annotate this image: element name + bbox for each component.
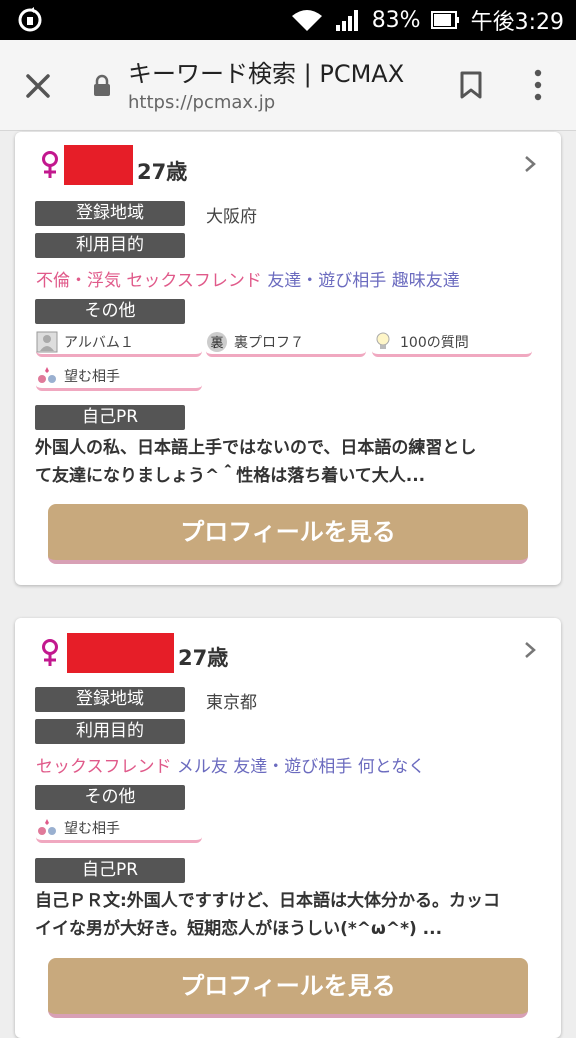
pr-line-1: 自己ＰＲ文:外国人ですすけど、日本語は大体分かる。カッコ bbox=[35, 891, 500, 911]
other-label: その他 bbox=[35, 299, 185, 324]
profile-card[interactable]: 27歳 登録地域 東京都 利用目的 セックスフレンド メル友 友達・遊び相手 何… bbox=[15, 618, 561, 1038]
page-title: キーワード検索 | PCMAX bbox=[128, 60, 405, 88]
hearts-icon bbox=[38, 367, 56, 383]
age: 27歳 bbox=[137, 160, 188, 184]
desired-partner-chip-label: 望む相手 bbox=[64, 821, 120, 837]
album-chip-label: アルバム１ bbox=[64, 335, 134, 351]
desired-partner-chip[interactable]: 望む相手 bbox=[36, 816, 202, 843]
pr-text: 外国人の私、日本語上手ではないので、日本語の練習とし て友達になりましょう^＾性… bbox=[35, 434, 545, 490]
pr-line-2: て友達になりましょう^＾性格は落ち着いて大人... bbox=[35, 466, 426, 486]
questions-chip-label: 100の質問 bbox=[400, 335, 469, 351]
purpose-tags: セックスフレンド メル友 友達・遊び相手 何となく bbox=[36, 752, 425, 777]
lock-icon bbox=[94, 74, 110, 96]
purpose-tags-blue[interactable]: メル友 友達・遊び相手 何となく bbox=[177, 757, 425, 777]
bookmark-icon[interactable] bbox=[458, 70, 484, 100]
url-text[interactable]: https://pcmax.jp bbox=[128, 92, 275, 113]
sync-icon bbox=[18, 7, 42, 32]
purpose-label: 利用目的 bbox=[35, 719, 185, 744]
region-label: 登録地域 bbox=[35, 687, 185, 712]
pr-label: 自己PR bbox=[35, 858, 185, 883]
ura-profile-chip[interactable]: 裏 裏プロフ７ bbox=[206, 330, 366, 357]
chevron-right-icon[interactable] bbox=[523, 640, 537, 660]
region-label: 登録地域 bbox=[35, 201, 185, 226]
chevron-right-icon[interactable] bbox=[523, 154, 537, 174]
female-icon bbox=[42, 151, 58, 178]
close-icon[interactable] bbox=[20, 68, 56, 104]
desired-partner-chip-label: 望む相手 bbox=[64, 369, 120, 385]
pr-label: 自己PR bbox=[35, 405, 185, 430]
region-value: 東京都 bbox=[206, 693, 257, 713]
redacted-name bbox=[67, 633, 174, 673]
hearts-icon bbox=[38, 819, 56, 835]
purpose-label: 利用目的 bbox=[35, 233, 185, 258]
view-profile-button[interactable]: プロフィールを見る bbox=[48, 958, 528, 1018]
svg-text:裏: 裏 bbox=[210, 336, 223, 351]
female-icon bbox=[42, 639, 58, 666]
purpose-tags: 不倫・浮気 セックスフレンド 友達・遊び相手 趣味友達 bbox=[36, 266, 460, 291]
other-label: その他 bbox=[35, 785, 185, 810]
purpose-tags-blue[interactable]: 友達・遊び相手 趣味友達 bbox=[267, 271, 459, 291]
region-value: 大阪府 bbox=[206, 207, 257, 227]
pr-text: 自己ＰＲ文:外国人ですすけど、日本語は大体分かる。カッコ イイな男が大好き。短期… bbox=[35, 887, 545, 943]
browser-toolbar: キーワード検索 | PCMAX https://pcmax.jp bbox=[0, 40, 576, 131]
ura-profile-chip-label: 裏プロフ７ bbox=[234, 335, 304, 351]
battery-icon bbox=[430, 11, 459, 29]
ura-profile-icon: 裏 bbox=[207, 332, 227, 352]
wifi-icon bbox=[291, 10, 322, 31]
redacted-name bbox=[64, 145, 133, 185]
battery-level: 83% bbox=[371, 7, 421, 33]
purpose-tags-pink[interactable]: セックスフレンド bbox=[36, 757, 172, 777]
question-bulb-icon bbox=[376, 332, 390, 349]
questions-chip[interactable]: 100の質問 bbox=[372, 330, 532, 357]
clock: 午後3:29 bbox=[470, 10, 564, 35]
more-vert-icon[interactable] bbox=[530, 68, 546, 102]
pr-line-1: 外国人の私、日本語上手ではないので、日本語の練習とし bbox=[35, 438, 477, 458]
view-profile-button[interactable]: プロフィールを見る bbox=[48, 504, 528, 564]
album-icon bbox=[36, 331, 58, 353]
age: 27歳 bbox=[178, 646, 229, 670]
desired-partner-chip[interactable]: 望む相手 bbox=[36, 364, 202, 391]
pr-line-2: イイな男が大好き。短期恋人がほうしい(*^ω^*) ... bbox=[35, 919, 443, 939]
purpose-tags-pink[interactable]: 不倫・浮気 セックスフレンド bbox=[36, 271, 262, 291]
album-chip[interactable]: アルバム１ bbox=[36, 330, 202, 357]
profile-card[interactable]: 27歳 登録地域 大阪府 利用目的 不倫・浮気 セックスフレンド 友達・遊び相手… bbox=[15, 132, 561, 585]
status-bar: 83% 午後3:29 bbox=[0, 0, 576, 40]
signal-icon bbox=[335, 10, 358, 31]
